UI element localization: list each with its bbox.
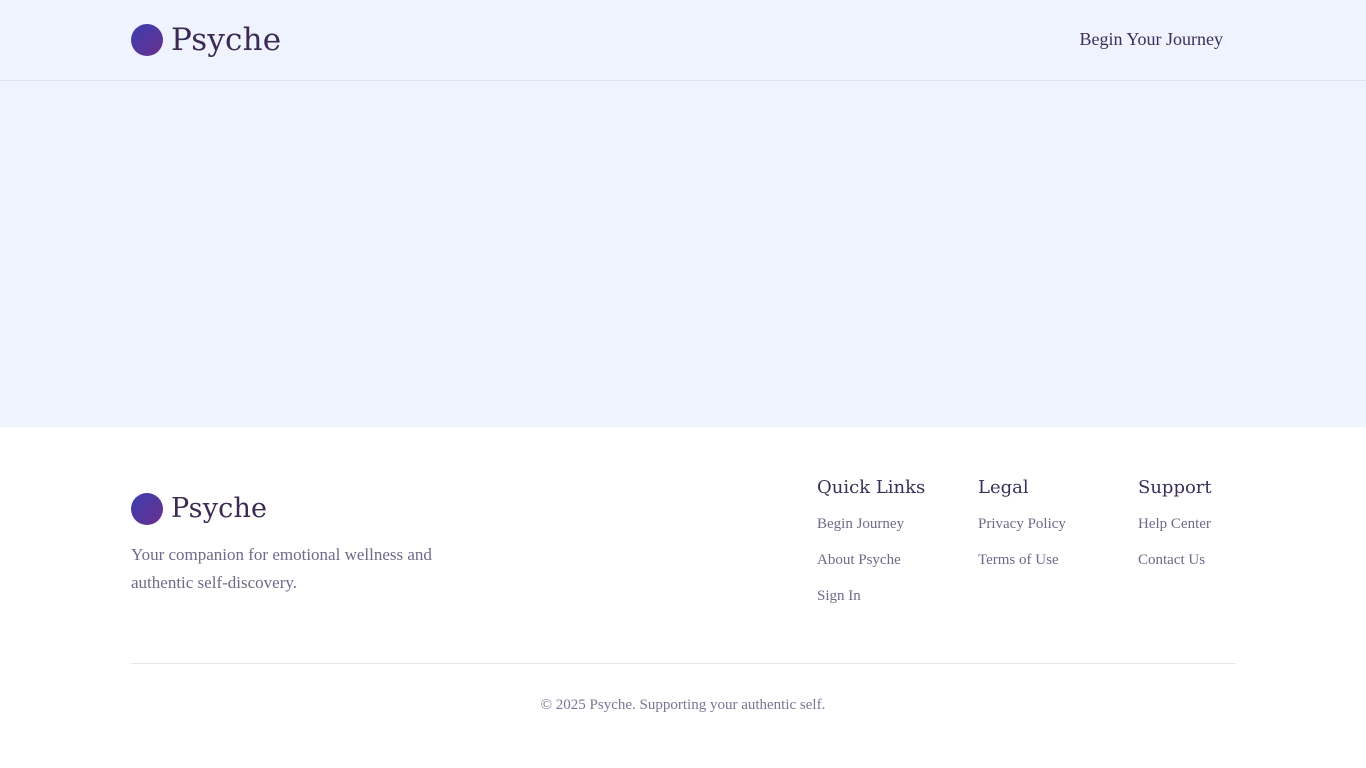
footer-column-support: Support Help Center Contact Us: [1138, 477, 1212, 586]
footer-link-contact-us[interactable]: Contact Us: [1138, 550, 1212, 586]
footer-column-title: Support: [1138, 477, 1212, 498]
footer-column-legal: Legal Privacy Policy Terms of Use: [978, 477, 1066, 586]
hero-section: [0, 81, 1366, 427]
logo-circle-icon: [131, 493, 163, 525]
footer-column-quick-links: Quick Links Begin Journey About Psyche S…: [817, 477, 925, 622]
footer-logo[interactable]: Psyche: [131, 493, 267, 525]
footer-link-terms-of-use[interactable]: Terms of Use: [978, 550, 1066, 586]
header-logo[interactable]: Psyche: [131, 24, 281, 56]
footer-column-title: Legal: [978, 477, 1029, 498]
footer-link-help-center[interactable]: Help Center: [1138, 514, 1212, 550]
footer-divider: [131, 663, 1236, 664]
footer-tagline: Your companion for emotional wellness an…: [131, 545, 432, 592]
footer-column-title: Quick Links: [817, 477, 926, 498]
footer-brand-name: Psyche: [171, 493, 268, 524]
site-footer: Psyche Your companion for emotional well…: [0, 427, 1366, 768]
site-header: Psyche Begin Your Journey: [0, 0, 1366, 81]
brand-name: Psyche: [171, 22, 282, 58]
footer-link-begin-journey[interactable]: Begin Journey: [817, 514, 925, 550]
copyright-text: © 2025 Psyche. Supporting your authentic…: [540, 697, 826, 713]
logo-circle-icon: [131, 24, 163, 56]
footer-link-privacy-policy[interactable]: Privacy Policy: [978, 514, 1066, 550]
footer-link-sign-in[interactable]: Sign In: [817, 586, 925, 622]
footer-link-about-psyche[interactable]: About Psyche: [817, 550, 925, 586]
begin-journey-button[interactable]: Begin Your Journey: [1079, 29, 1223, 50]
